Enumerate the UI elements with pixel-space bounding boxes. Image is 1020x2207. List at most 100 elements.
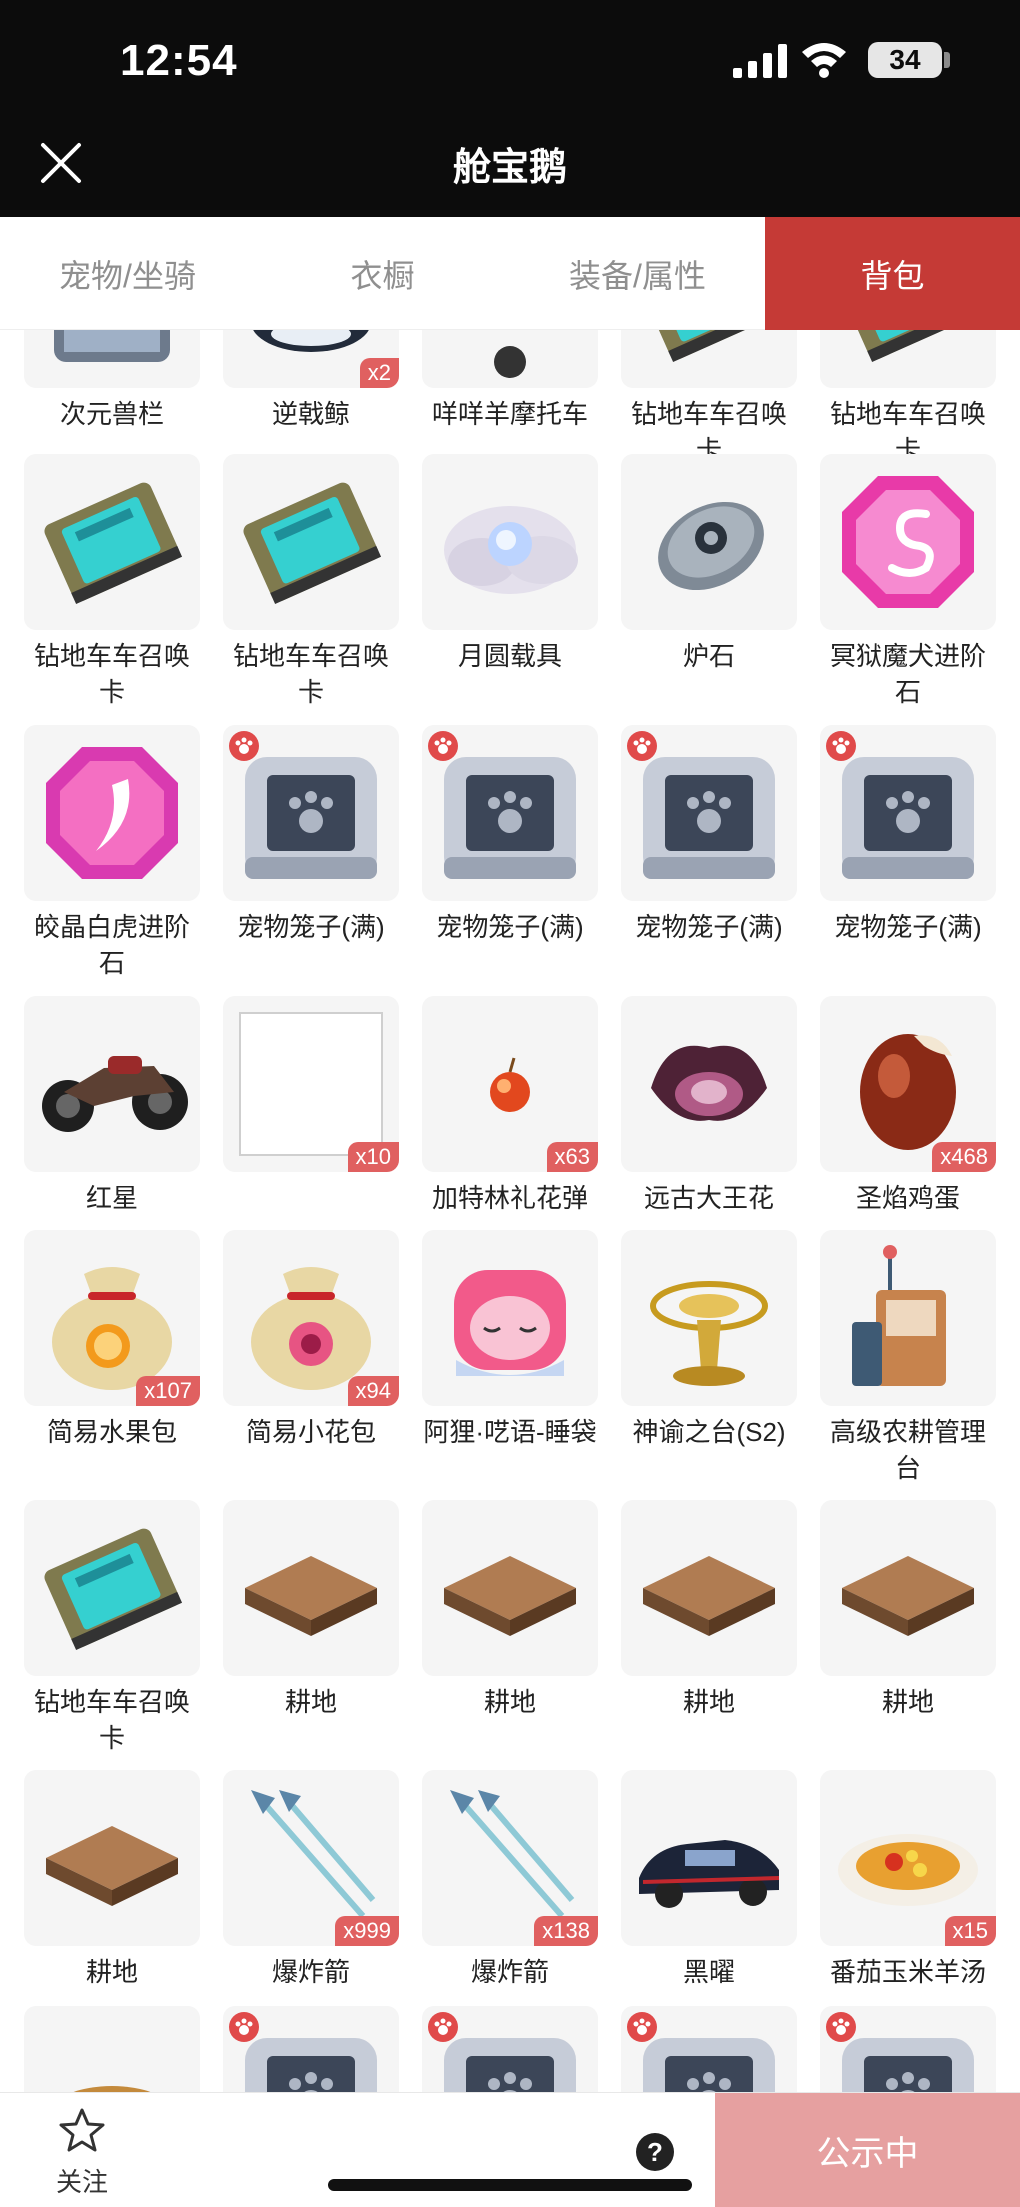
inventory-item[interactable]: 钻地车车召唤卡 [621,330,797,468]
publish-status-button[interactable]: 公示中 [715,2093,1020,2207]
item-thumbnail[interactable] [820,1500,996,1676]
item-thumbnail[interactable] [223,454,399,630]
inventory-item[interactable]: 耕地 [621,1500,797,1720]
item-thumbnail[interactable] [820,330,996,388]
item-thumbnail[interactable] [422,1500,598,1676]
item-thumbnail[interactable] [422,454,598,630]
item-thumbnail[interactable] [820,454,996,630]
item-thumbnail[interactable]: x94 [223,1230,399,1406]
inventory-item[interactable]: x2 逆戟鲸 [223,330,399,432]
inventory-item[interactable]: 红星 [24,996,200,1216]
item-thumbnail[interactable] [422,1230,598,1406]
item-thumbnail[interactable] [223,725,399,901]
item-thumbnail[interactable] [422,2006,598,2092]
item-thumbnail[interactable] [24,1500,200,1676]
inventory-item[interactable]: 耕地 [24,1770,200,1990]
inventory-item[interactable]: 钻地车车召唤卡 [24,454,200,710]
inventory-item[interactable]: 炉石 [621,454,797,674]
item-thumbnail[interactable] [24,996,200,1172]
inventory-item[interactable]: 宠物笼子(满) [223,725,399,945]
inventory-item[interactable]: x94 简易小花包 [223,1230,399,1450]
item-thumbnail[interactable]: x2 [223,330,399,388]
inventory-item[interactable] [422,2006,598,2092]
item-thumbnail[interactable]: x138 [422,1770,598,1946]
item-thumbnail[interactable]: x15 [820,1770,996,1946]
tab-backpack[interactable]: 背包 [765,217,1020,330]
battery-indicator: 34 [868,42,942,78]
item-thumbnail[interactable] [820,2006,996,2092]
inventory-item[interactable]: 月圆载具 [422,454,598,674]
inventory-item[interactable]: x999 爆炸箭 [223,1770,399,1990]
item-thumbnail[interactable] [223,2006,399,2092]
inventory-item[interactable]: x107 简易水果包 [24,1230,200,1450]
item-thumbnail[interactable] [24,330,200,388]
item-thumbnail[interactable] [621,1770,797,1946]
item-thumbnail[interactable]: x999 [223,1770,399,1946]
item-thumbnail[interactable] [820,725,996,901]
tab-pets-mounts[interactable]: 宠物/坐骑 [0,217,255,330]
inventory-item[interactable]: 耕地 [223,1500,399,1720]
inventory-item[interactable]: 黑曜 [621,1770,797,1990]
item-thumbnail[interactable]: x107 [24,1230,200,1406]
item-thumbnail[interactable] [621,454,797,630]
item-thumbnail[interactable] [24,1770,200,1946]
item-thumbnail[interactable] [621,2006,797,2092]
item-name: 远古大王花 [643,1183,774,1213]
item-thumbnail[interactable] [621,725,797,901]
inventory-item[interactable] [223,2006,399,2092]
inventory-item[interactable]: 宠物笼子(满) [422,725,598,945]
item-thumbnail[interactable] [24,454,200,630]
inventory-item[interactable]: 远古大王花 [621,996,797,1216]
tab-equipment[interactable]: 装备/属性 [510,217,765,330]
inventory-item[interactable]: 神谕之台(S2) [621,1230,797,1450]
inventory-item[interactable]: x138 爆炸箭 [422,1770,598,1990]
tab-wardrobe[interactable]: 衣橱 [255,217,510,330]
item-thumbnail[interactable]: x468 [820,996,996,1172]
item-thumbnail[interactable] [621,330,797,388]
item-name: 钻地车车召唤卡 [33,641,190,707]
help-icon[interactable]: ? [636,2133,674,2171]
inventory-item[interactable]: x468 圣焰鸡蛋 [820,996,996,1216]
inventory-item[interactable]: 宠物笼子(满) [621,725,797,945]
item-thumbnail[interactable] [820,1230,996,1406]
inventory-item[interactable]: 宠物笼子(满) [820,725,996,945]
item-thumbnail[interactable] [621,1500,797,1676]
pet-badge-icon [229,731,259,761]
item-thumbnail[interactable] [422,725,598,901]
inventory-item[interactable] [24,2006,200,2092]
inventory-item[interactable]: x15 番茄玉米羊汤 [820,1770,996,1990]
bottom-bar: 关注 ? 公示中 [0,2092,1020,2207]
inventory-item[interactable]: 咩咩羊摩托车 [422,330,598,432]
inventory-item[interactable]: 阿狸·呓语-睡袋 [422,1230,598,1450]
inventory-item[interactable]: 冥狱魔犬进阶石 [820,454,996,710]
item-thumbnail[interactable] [24,2006,200,2092]
inventory-item[interactable]: 钻地车车召唤卡 [24,1500,200,1756]
inventory-item[interactable] [621,2006,797,2092]
moon-cloud-icon [444,506,578,594]
inventory-item[interactable]: 钻地车车召唤卡 [820,330,996,468]
item-thumbnail[interactable] [223,1500,399,1676]
gem-claw-icon [46,747,178,879]
item-name: 耕地 [284,1687,337,1717]
summon-card-icon [641,330,780,362]
inventory-item[interactable]: 耕地 [820,1500,996,1720]
item-thumbnail[interactable] [621,1230,797,1406]
follow-button[interactable]: 关注 [40,2107,124,2199]
item-thumbnail[interactable]: x10 [223,996,399,1172]
inventory-item[interactable]: 皎晶白虎进阶石 [24,725,200,981]
inventory-item[interactable] [820,2006,996,2092]
inventory-item[interactable]: x63 加特林礼花弹 [422,996,598,1216]
item-thumbnail[interactable]: x63 [422,996,598,1172]
inventory-item[interactable]: 钻地车车召唤卡 [223,454,399,710]
inventory-item[interactable]: 耕地 [422,1500,598,1720]
oracle-stand-icon [650,1281,768,1386]
inventory-item[interactable]: 高级农耕管理台 [820,1230,996,1486]
item-name: 耕地 [682,1687,735,1717]
inventory-item[interactable]: 次元兽栏 [24,330,200,432]
item-name: 皎晶白虎进阶石 [33,912,190,978]
inventory-item[interactable]: x10 [223,996,399,1180]
item-thumbnail[interactable] [621,996,797,1172]
item-thumbnail[interactable] [422,330,598,388]
item-thumbnail[interactable] [24,725,200,901]
motorcycle-icon [494,346,526,378]
